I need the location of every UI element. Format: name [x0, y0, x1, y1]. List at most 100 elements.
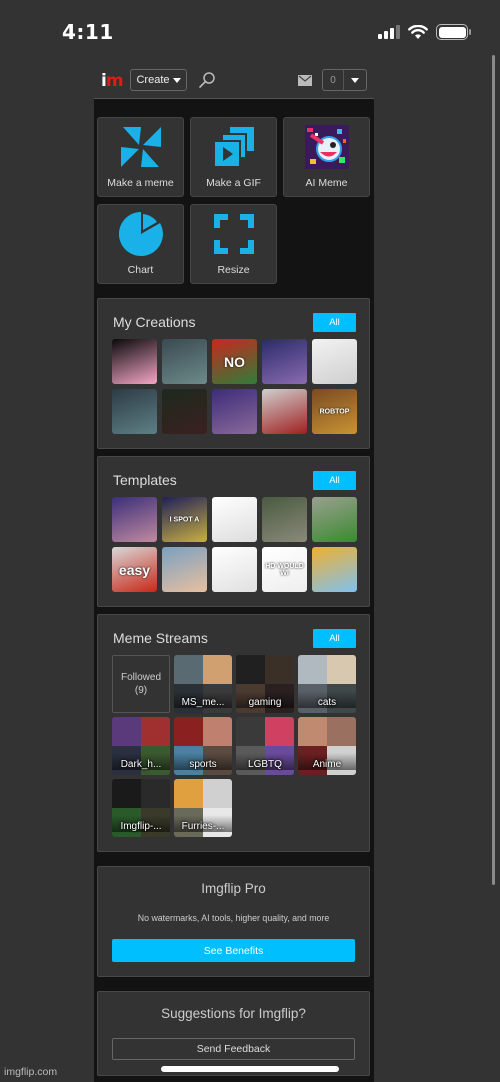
creation-thumbnail[interactable]	[212, 389, 257, 434]
notifications-button[interactable]: 0	[322, 69, 367, 91]
stream-preview-image	[298, 655, 327, 684]
feedback-panel: Suggestions for Imgflip? Send Feedback	[97, 991, 370, 1076]
status-icons	[378, 24, 471, 40]
template-thumbnail[interactable]: easy	[112, 547, 157, 592]
page-scrollbar[interactable]	[492, 55, 495, 885]
search-icon[interactable]	[198, 71, 216, 89]
stream-preview-image	[327, 717, 356, 746]
panel-title: Templates	[113, 472, 177, 488]
followed-streams-button[interactable]: Followed (9)	[112, 655, 170, 713]
stream-preview-image	[236, 655, 265, 684]
template-thumbnail[interactable]	[312, 547, 357, 592]
feedback-title: Suggestions for Imgflip?	[161, 1006, 306, 1021]
template-thumbnail[interactable]	[212, 497, 257, 542]
meme-stream-tile[interactable]: cats	[298, 655, 356, 713]
template-thumbnail[interactable]	[162, 547, 207, 592]
tool-label: Make a meme	[107, 177, 174, 189]
stream-preview-image	[203, 779, 232, 808]
tool-make-a-meme[interactable]: Make a meme	[97, 117, 184, 197]
tool-resize[interactable]: Resize	[190, 204, 277, 284]
wifi-icon	[408, 24, 428, 39]
tool-label: AI Meme	[305, 177, 348, 189]
thumbnail-caption: NO	[224, 353, 245, 370]
stream-preview-image	[112, 779, 141, 808]
stream-preview-image	[203, 717, 232, 746]
tool-ai-meme[interactable]: AI Meme	[283, 117, 370, 197]
creation-thumbnail[interactable]	[112, 339, 157, 384]
my-creations-all-button[interactable]: All	[313, 313, 356, 332]
panel-title: My Creations	[113, 314, 196, 330]
template-thumbnail[interactable]	[262, 497, 307, 542]
meme-stream-tile[interactable]: MS_me...	[174, 655, 232, 713]
see-benefits-button[interactable]: See Benefits	[112, 939, 355, 962]
meme-stream-tile[interactable]: Furries-...	[174, 779, 232, 837]
meme-stream-tile[interactable]: gaming	[236, 655, 294, 713]
create-dropdown-button[interactable]: Create	[130, 69, 187, 91]
cellular-signal-icon	[378, 25, 400, 39]
templates-panel: Templates All I SPOT A easy HD WOULD WI	[97, 456, 370, 607]
meme-stream-tile[interactable]: Anime	[298, 717, 356, 775]
meme-streams-all-button[interactable]: All	[313, 629, 356, 648]
stream-preview-image	[174, 717, 203, 746]
gif-stack-icon	[212, 127, 254, 168]
thumbnail-caption: HD WOULD WI	[265, 562, 304, 577]
mail-icon[interactable]	[298, 75, 312, 86]
my-creations-panel: My Creations All NO ROBTOP	[97, 298, 370, 449]
stream-label: MS_me...	[174, 691, 232, 708]
stream-label: Imgflip-...	[112, 815, 170, 832]
thumbnail-caption: easy	[118, 561, 151, 578]
creation-thumbnail[interactable]	[262, 339, 307, 384]
notification-count: 0	[323, 70, 344, 90]
meme-stream-tile[interactable]: Imgflip-...	[112, 779, 170, 837]
tool-make-a-gif[interactable]: Make a GIF	[190, 117, 277, 197]
stream-label: Dark_h...	[112, 753, 170, 770]
site-url: imgflip.com	[4, 1066, 58, 1078]
tool-label: Make a GIF	[206, 177, 261, 189]
meme-stream-tile[interactable]: Dark_h...	[112, 717, 170, 775]
stream-label: LGBTQ	[236, 753, 294, 770]
creation-thumbnail[interactable]	[162, 389, 207, 434]
creation-thumbnail[interactable]: NO	[212, 339, 257, 384]
stream-label: Furries-...	[174, 815, 232, 832]
status-time: 4:11	[62, 20, 114, 44]
creation-thumbnail[interactable]	[162, 339, 207, 384]
stream-label: Anime	[298, 753, 356, 770]
imgflip-pro-panel: Imgflip Pro No watermarks, AI tools, hig…	[97, 866, 370, 977]
pinwheel-icon	[120, 127, 161, 167]
tool-label: Resize	[217, 264, 250, 276]
tool-chart[interactable]: Chart	[97, 204, 184, 284]
pro-description: No watermarks, AI tools, higher quality,…	[137, 913, 330, 923]
stream-preview-image	[112, 717, 141, 746]
template-thumbnail[interactable]	[212, 547, 257, 592]
resize-corners-icon	[213, 214, 254, 254]
creation-thumbnail[interactable]: ROBTOP	[312, 389, 357, 434]
panel-title: Meme Streams	[113, 630, 208, 646]
stream-label: gaming	[236, 691, 294, 708]
meme-stream-tile[interactable]: LGBTQ	[236, 717, 294, 775]
template-thumbnail[interactable]: HD WOULD WI	[262, 547, 307, 592]
user-menu-dropdown[interactable]	[344, 70, 366, 90]
stream-preview-image	[174, 655, 203, 684]
template-thumbnail[interactable]	[112, 497, 157, 542]
template-thumbnail[interactable]	[312, 497, 357, 542]
thumbnail-caption: ROBTOP	[319, 408, 350, 415]
site-header: im Create 0	[94, 62, 374, 99]
home-indicator[interactable]	[161, 1066, 339, 1072]
create-label: Create	[136, 74, 170, 86]
stream-preview-image	[265, 655, 294, 684]
stream-preview-image	[236, 717, 265, 746]
chevron-down-icon	[172, 77, 181, 83]
creation-thumbnail[interactable]	[112, 389, 157, 434]
imgflip-logo[interactable]: im	[101, 71, 124, 91]
creation-thumbnail[interactable]	[312, 339, 357, 384]
stream-preview-image	[174, 779, 203, 808]
pro-title: Imgflip Pro	[201, 881, 266, 896]
followed-count: (9)	[134, 685, 148, 696]
template-thumbnail[interactable]: I SPOT A	[162, 497, 207, 542]
pie-chart-icon	[118, 212, 163, 256]
chevron-down-icon	[351, 77, 359, 83]
creation-thumbnail[interactable]	[262, 389, 307, 434]
meme-stream-tile[interactable]: sports	[174, 717, 232, 775]
templates-all-button[interactable]: All	[313, 471, 356, 490]
send-feedback-button[interactable]: Send Feedback	[112, 1038, 355, 1060]
